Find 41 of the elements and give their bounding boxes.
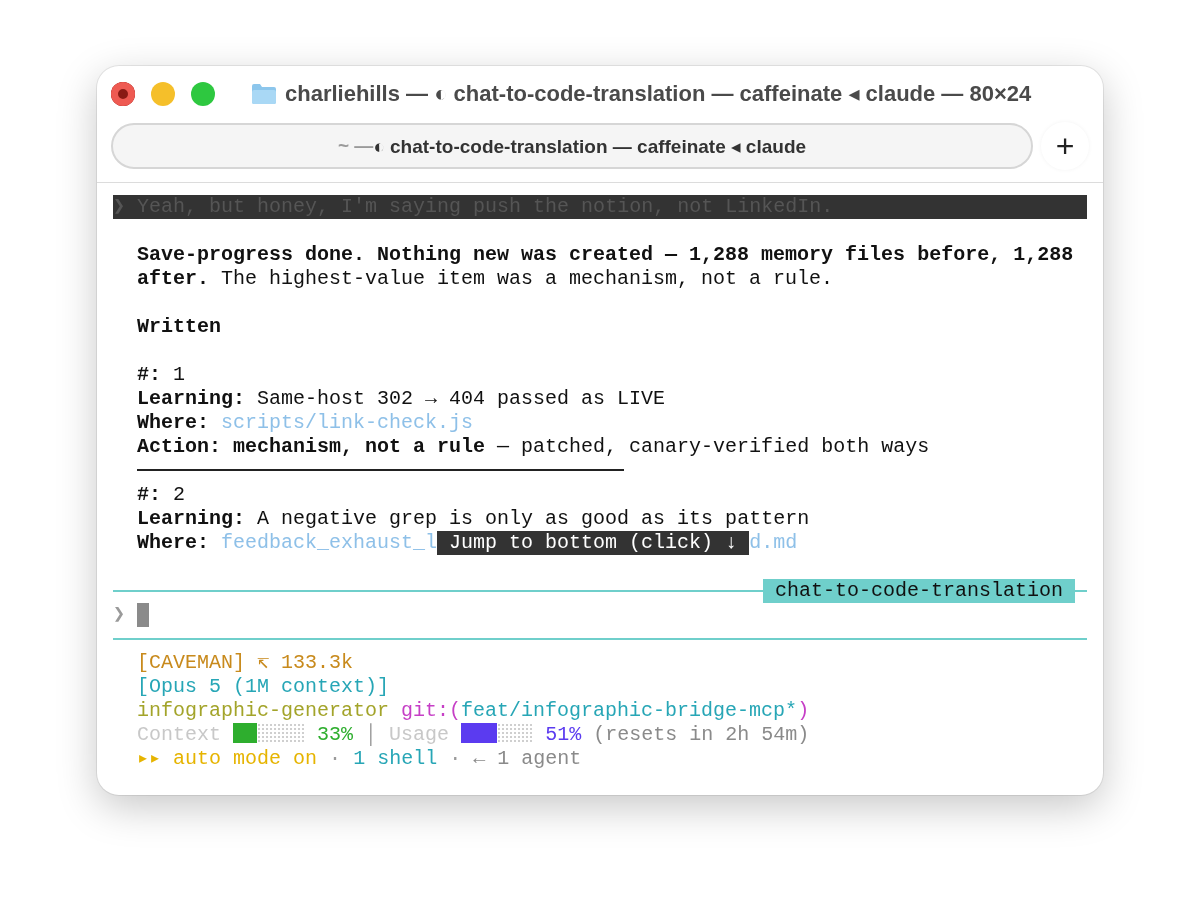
- status-text: ): [797, 699, 810, 722]
- field-label: Where:: [137, 531, 209, 554]
- window-zoom-button[interactable]: [191, 82, 215, 106]
- new-tab-button[interactable]: +: [1041, 122, 1089, 170]
- status-text: 1 shell: [353, 747, 438, 770]
- status-text: (resets in 2h 54m): [592, 723, 810, 746]
- jump-to-bottom-button[interactable]: Jump to bottom (click) ↓: [437, 531, 750, 555]
- field-label: Where:: [137, 411, 209, 434]
- status-text: ·: [448, 747, 463, 770]
- status-text: [Opus 5 (1M context)]: [137, 675, 390, 698]
- window-close-button[interactable]: [111, 82, 135, 106]
- window-minimize-button[interactable]: [151, 82, 175, 106]
- field-value: 2: [173, 483, 186, 506]
- status-text: feat/infographic-bridge-mcp*: [461, 699, 798, 722]
- field-value: mechanism, not a rule — patched, canary-verified both ways: [233, 435, 930, 458]
- folder-icon: [251, 83, 277, 105]
- prompt-symbol: ❯: [113, 603, 126, 627]
- field-label: Action:: [137, 435, 221, 458]
- reply-summary: Save-progress done. Nothing new was created — 1,288 memory files before, 1,288 after. The highest-value item was a mechanism, not a rule.: [136, 243, 1075, 291]
- status-text: ·: [328, 747, 343, 770]
- status-text: git:(: [400, 699, 462, 722]
- meter-reading: 51%: [545, 723, 582, 746]
- status-text: │: [364, 723, 379, 746]
- terminal-tab[interactable]: ~ —◐ chat-to-code-translation — caffeinate ◂ claude: [111, 123, 1033, 169]
- field-label: #:: [137, 363, 161, 386]
- field-value: Same-host 302 → 404 passed as LIVE: [257, 387, 666, 410]
- status-text: ← 1 agent: [473, 747, 582, 770]
- meter-reading: 33%: [317, 723, 354, 746]
- field-value: A negative grep is only as good as its pattern: [257, 507, 810, 530]
- status-text: ▸▸ auto mode on: [137, 747, 318, 770]
- session-label: chat-to-code-translation: [762, 579, 1075, 603]
- field-label: #:: [137, 483, 161, 506]
- status-text: [CAVEMAN] ↸ 133.3k: [137, 651, 354, 674]
- field-value: 1: [173, 363, 186, 386]
- prompt-symbol: ❯: [113, 195, 126, 219]
- field-label: Learning:: [137, 507, 246, 530]
- window-title: charliehills — ◐ chat-to-code-translation — caffeinate ◂ claude — 80×24: [285, 81, 1032, 107]
- section-heading: Written: [137, 315, 221, 338]
- field-label: Learning:: [137, 387, 246, 410]
- text-cursor: [137, 603, 150, 627]
- status-text: infographic-generator: [137, 699, 390, 722]
